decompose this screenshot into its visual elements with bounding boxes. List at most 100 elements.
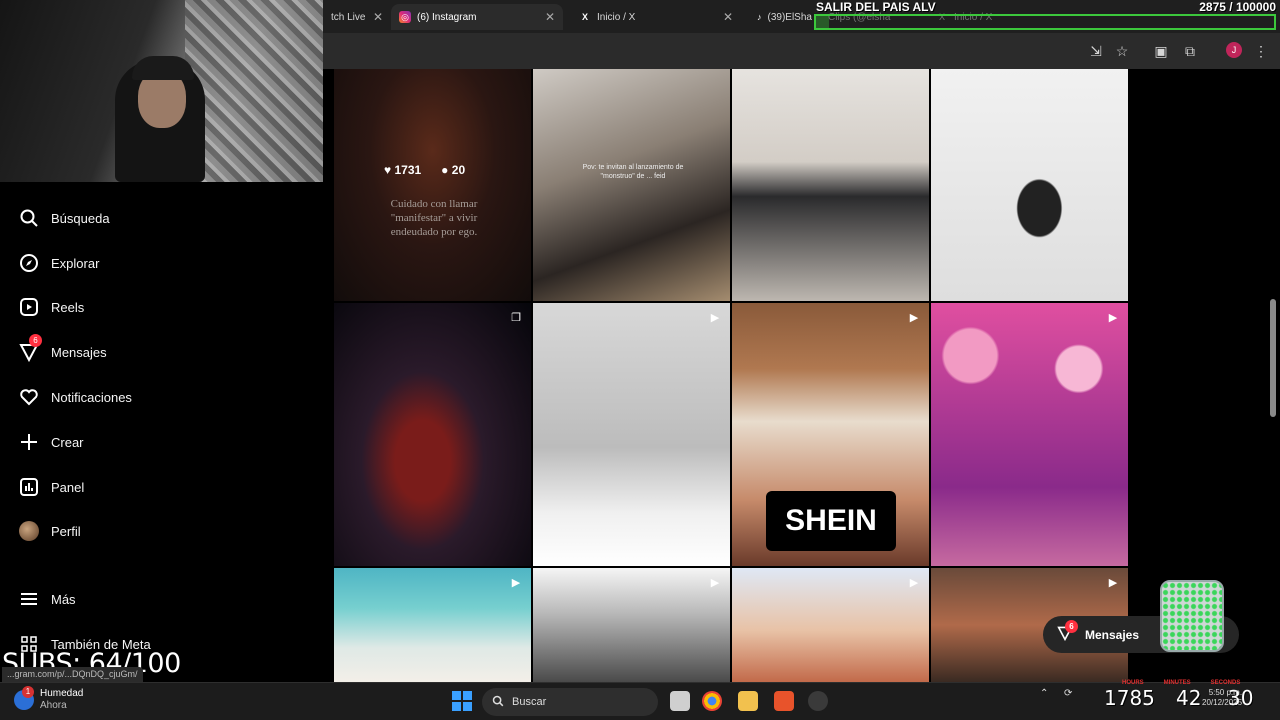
plus-icon [18, 431, 40, 453]
weather-sub: Ahora [40, 700, 67, 711]
tab-twitch[interactable]: tch Live ✕ [323, 4, 391, 30]
close-icon[interactable]: ✕ [723, 10, 733, 24]
scroll-thumb[interactable] [1270, 299, 1276, 417]
sidebar-item-label: Crear [51, 434, 84, 450]
x-logo-icon: X [581, 12, 588, 22]
post-tile[interactable]: ▶ [931, 303, 1128, 566]
reel-icon: ▶ [710, 312, 720, 324]
reel-icon: ▶ [710, 577, 720, 589]
sidebar-item-explore[interactable]: Explorar [18, 250, 99, 276]
post-tile[interactable]: ▶ [732, 568, 929, 682]
bits-jar-overlay [1160, 580, 1224, 652]
likes-count: ♥ 1731 [384, 163, 422, 177]
close-icon[interactable]: ✕ [373, 10, 383, 24]
goal-count: 2875 / 100000 [1199, 0, 1276, 14]
timer-minutes: 42 [1176, 686, 1202, 710]
heart-icon [18, 386, 40, 408]
windows-taskbar: 1 Humedad Ahora Buscar ⌃ ⟳ [0, 682, 1280, 720]
sidebar-item-label: Perfil [51, 523, 81, 539]
post-stats: ♥ 1731 ● 20 [384, 163, 465, 177]
shein-logo: SHEIN [766, 491, 896, 551]
browser-toolbar: ⇲ ☆ ▣ ⧉ ⋮ [323, 33, 1280, 69]
reel-icon: ▶ [909, 577, 919, 589]
file-explorer-icon[interactable] [738, 691, 758, 711]
sidebar-item-label: Búsqueda [51, 210, 110, 226]
tab-label: (6) Instagram [417, 11, 477, 23]
sync-icon[interactable]: ⟳ [1064, 688, 1072, 699]
brave-icon[interactable] [774, 691, 794, 711]
post-grid: ♥ 1731 ● 20 Cuidado con llamar "manifest… [334, 69, 1128, 682]
taskview-icon[interactable] [670, 691, 690, 711]
hamburger-icon [18, 588, 40, 610]
tray-chevron-icon[interactable]: ⌃ [1040, 688, 1048, 699]
instagram-icon: ◎ [399, 11, 411, 23]
post-caption: Pov: te invitan al lanzamiento de "monst… [582, 164, 684, 180]
post-tile[interactable]: ▶ [334, 568, 531, 682]
sidebar-item-messages[interactable]: 6 Mensajes [18, 334, 107, 365]
sidebar-item-label: Reels [51, 299, 85, 315]
streamer-cap [132, 56, 194, 80]
windows-start-icon[interactable] [452, 691, 472, 711]
taskbar-search[interactable]: Buscar [482, 688, 658, 716]
sidebar-item-profile[interactable]: Perfil [18, 518, 81, 544]
reel-icon: ▶ [1108, 312, 1118, 324]
goal-progress-fill [816, 16, 830, 28]
menu-dots-icon[interactable]: ⋮ [1252, 42, 1270, 60]
weather-label: Humedad [40, 688, 84, 699]
tab-label: Inicio / X [597, 11, 636, 23]
post-tile[interactable]: ▶ SHEIN [732, 303, 929, 566]
post-tile[interactable] [931, 69, 1128, 301]
reels-icon [18, 296, 40, 318]
status-url: ...gram.com/p/...DQnDQ_cjuGm/ [2, 667, 143, 682]
sidebar-item-label: Explorar [51, 255, 100, 271]
system-clock[interactable]: 5:50 p.m. 20/12/2025 [1202, 688, 1242, 708]
bookmark-star-icon[interactable]: ☆ [1113, 42, 1131, 60]
notification-badge: 6 [1065, 620, 1078, 633]
instagram-sidebar: Búsqueda Explorar Reels 6 Mensajes Notif… [0, 182, 323, 682]
weather-icon: 1 [14, 686, 34, 710]
sidebar-item-label: Mensajes [51, 344, 107, 360]
tab-tiktok[interactable]: ♪ (39)ElSha [749, 4, 819, 30]
post-tile[interactable]: ♥ 1731 ● 20 Cuidado con llamar "manifest… [334, 69, 531, 301]
post-caption: Cuidado con llamar "manifestar" a vivir … [390, 198, 478, 238]
reel-icon: ▶ [909, 312, 919, 324]
avatar-wrap [18, 520, 40, 542]
post-tile[interactable]: ▶ [533, 568, 730, 682]
sidebar-item-label: Panel [51, 479, 85, 495]
sidebar-item-reels[interactable]: Reels [18, 294, 84, 320]
close-icon[interactable]: ✕ [545, 10, 555, 24]
post-tile[interactable]: ❐ [334, 303, 531, 566]
webcam-overlay [0, 0, 323, 182]
extensions-icon[interactable]: ⧉ [1181, 42, 1199, 60]
stone-wall [185, 0, 323, 182]
sidebar-item-notifications[interactable]: Notificaciones [18, 384, 132, 410]
notification-badge: 6 [29, 334, 42, 347]
tab-x[interactable]: X Inicio / X ✕ [571, 4, 741, 30]
chart-icon [18, 476, 40, 498]
weather-widget[interactable]: 1 Humedad Ahora [14, 686, 84, 712]
profile-avatar[interactable]: J [1226, 42, 1242, 58]
timer-hours: 1785 [1104, 686, 1155, 710]
sidebar-item-search[interactable]: Búsqueda [18, 205, 110, 231]
post-tile[interactable]: ▶ [533, 303, 730, 566]
tiktok-icon: ♪ [757, 12, 762, 22]
sidebar-item-panel[interactable]: Panel [18, 474, 84, 500]
instagram-feed: ♥ 1731 ● 20 Cuidado con llamar "manifest… [323, 69, 1280, 682]
install-app-icon[interactable]: ⇲ [1087, 42, 1105, 60]
compass-icon [18, 252, 40, 274]
sidebar-item-create[interactable]: Crear [18, 429, 84, 455]
scrollbar[interactable] [1269, 79, 1277, 679]
chrome-icon[interactable] [702, 691, 722, 711]
reel-icon: ▶ [511, 577, 521, 589]
sidebar-item-more[interactable]: Más [18, 586, 76, 612]
tab-instagram[interactable]: ◎ (6) Instagram ✕ [391, 4, 563, 30]
search-icon [492, 695, 504, 710]
sidepanel-icon[interactable]: ▣ [1152, 42, 1170, 60]
messenger-icon: 6 [18, 334, 42, 363]
clock-time: 5:50 p.m. [1208, 688, 1243, 697]
post-tile[interactable] [732, 69, 929, 301]
post-tile[interactable]: Pov: te invitan al lanzamiento de "monst… [533, 69, 730, 301]
obs-icon[interactable] [808, 691, 828, 711]
search-icon [18, 207, 40, 229]
reel-icon: ▶ [1108, 577, 1118, 589]
